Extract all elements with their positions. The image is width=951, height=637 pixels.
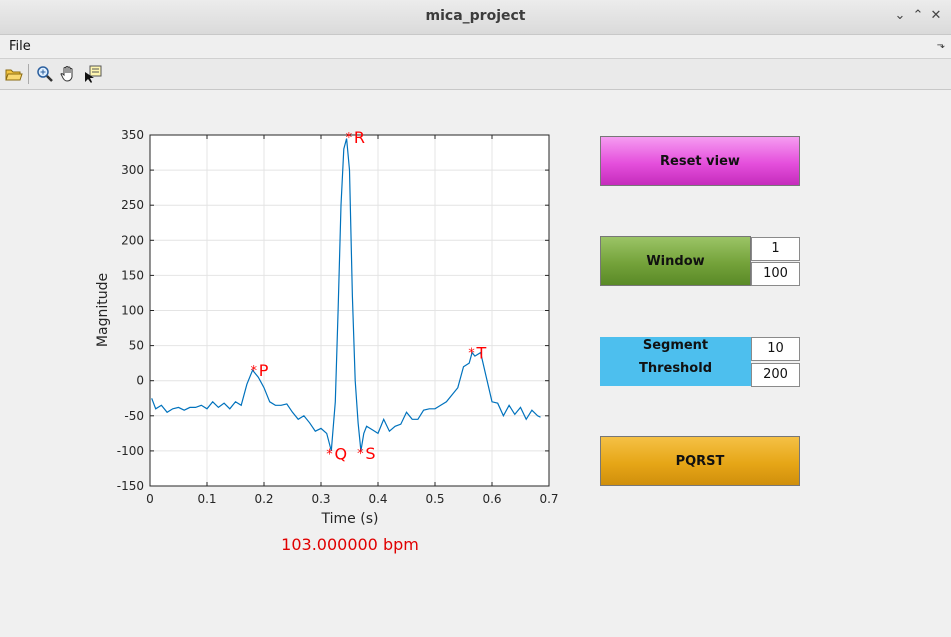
reset-view-button[interactable]: Reset view [600,136,800,186]
y-tick-label: -150 [117,479,144,493]
y-axis-label: Magnitude [95,273,111,347]
y-tick-label: -100 [117,444,144,458]
x-tick-label: 0.5 [425,492,444,506]
pqrst-button[interactable]: PQRST [600,436,800,486]
marker-label-r: R [354,128,365,147]
x-tick-label: 0.4 [368,492,387,506]
threshold-label: Threshold [638,361,713,376]
window-button[interactable]: Window [600,236,751,286]
x-tick-label: 0.6 [482,492,501,506]
marker-label-p: P [259,361,269,380]
segment-threshold-label: Segment Threshold [600,337,751,386]
marker-s: * [357,447,364,462]
marker-t: * [468,347,475,362]
y-tick-label: 0 [136,374,144,388]
x-tick-label: 0.2 [254,492,273,506]
window-start-field[interactable]: 1 [751,237,800,261]
x-tick-label: 0.7 [539,492,558,506]
segment-field[interactable]: 10 [751,337,800,361]
marker-label-t: T [475,344,486,363]
y-tick-label: 300 [121,163,144,177]
y-tick-label: 50 [129,339,144,353]
x-axis-label: Time (s) [321,511,379,527]
marker-p: * [250,364,257,379]
threshold-field[interactable]: 200 [751,363,800,387]
window-end-field[interactable]: 100 [751,262,800,286]
marker-label-q: Q [335,445,348,464]
y-tick-label: 150 [121,268,144,282]
segment-label: Segment [642,338,709,353]
marker-q: * [326,448,333,463]
x-tick-label: 0.1 [197,492,216,506]
y-tick-label: 350 [121,128,144,142]
y-tick-label: 200 [121,233,144,247]
bpm-readout: 103.000000 bpm [281,535,419,554]
x-tick-label: 0 [146,492,154,506]
marker-r: * [346,131,353,146]
y-tick-label: 100 [121,304,144,318]
x-tick-label: 0.3 [311,492,330,506]
marker-label-s: S [365,444,375,463]
y-tick-label: -50 [124,409,144,423]
y-tick-label: 250 [121,198,144,212]
